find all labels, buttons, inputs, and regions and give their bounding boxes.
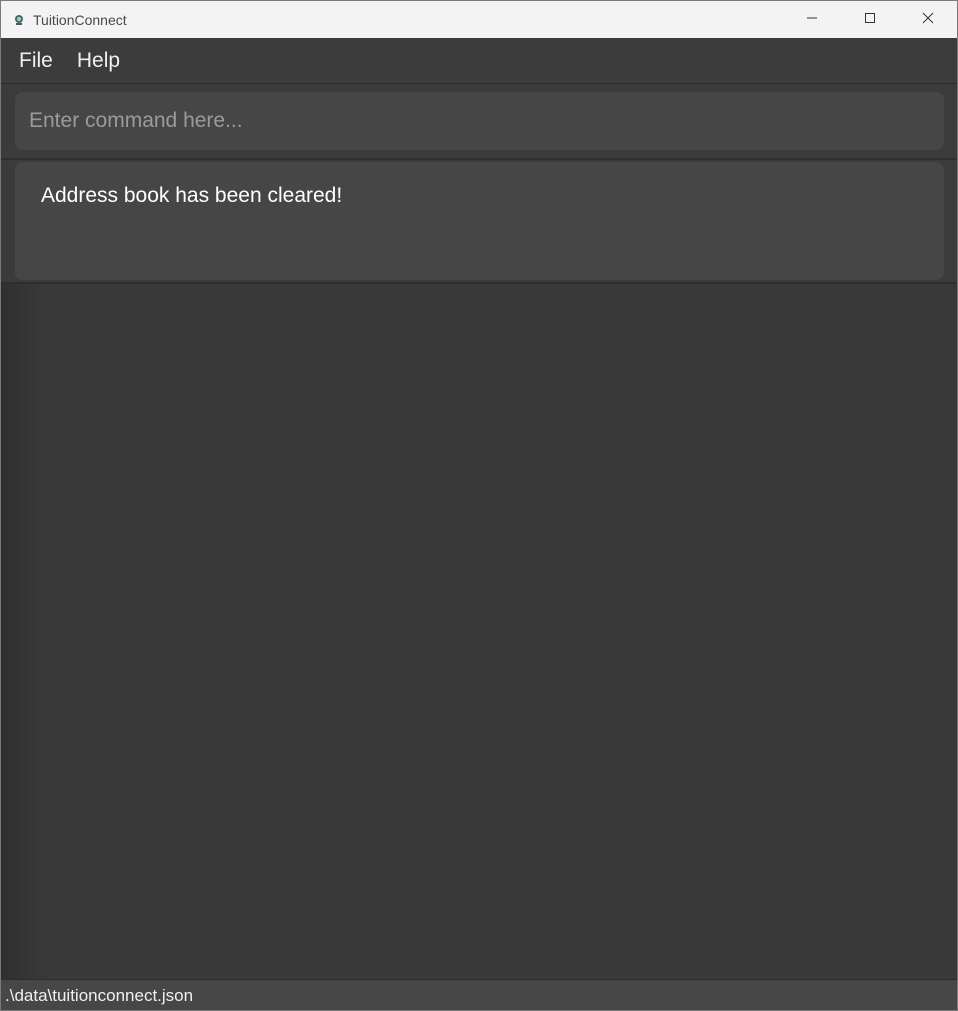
window-controls [783, 1, 957, 38]
close-icon [922, 11, 934, 29]
app-window: TuitionConnect File Help Enter command h… [0, 0, 958, 1011]
save-location-path: .\data\tuitionconnect.json [5, 985, 194, 1005]
person-list-panel[interactable] [1, 284, 957, 979]
command-input[interactable] [15, 92, 944, 150]
app-icon [11, 12, 27, 28]
menu-help[interactable]: Help [65, 38, 132, 83]
window-title: TuitionConnect [33, 11, 127, 28]
menu-bar: File Help [1, 38, 957, 84]
close-button[interactable] [899, 1, 957, 38]
maximize-button[interactable] [841, 1, 899, 38]
minimize-icon [806, 11, 818, 29]
maximize-icon [864, 11, 876, 29]
command-box-region [1, 84, 957, 160]
title-bar[interactable]: TuitionConnect [1, 1, 957, 38]
status-bar: .\data\tuitionconnect.json [1, 979, 957, 1010]
menu-file[interactable]: File [7, 38, 65, 83]
minimize-button[interactable] [783, 1, 841, 38]
list-shadow [1, 284, 45, 979]
result-display-region: Address book has been cleared! [1, 160, 957, 284]
result-message: Address book has been cleared! [15, 162, 944, 280]
